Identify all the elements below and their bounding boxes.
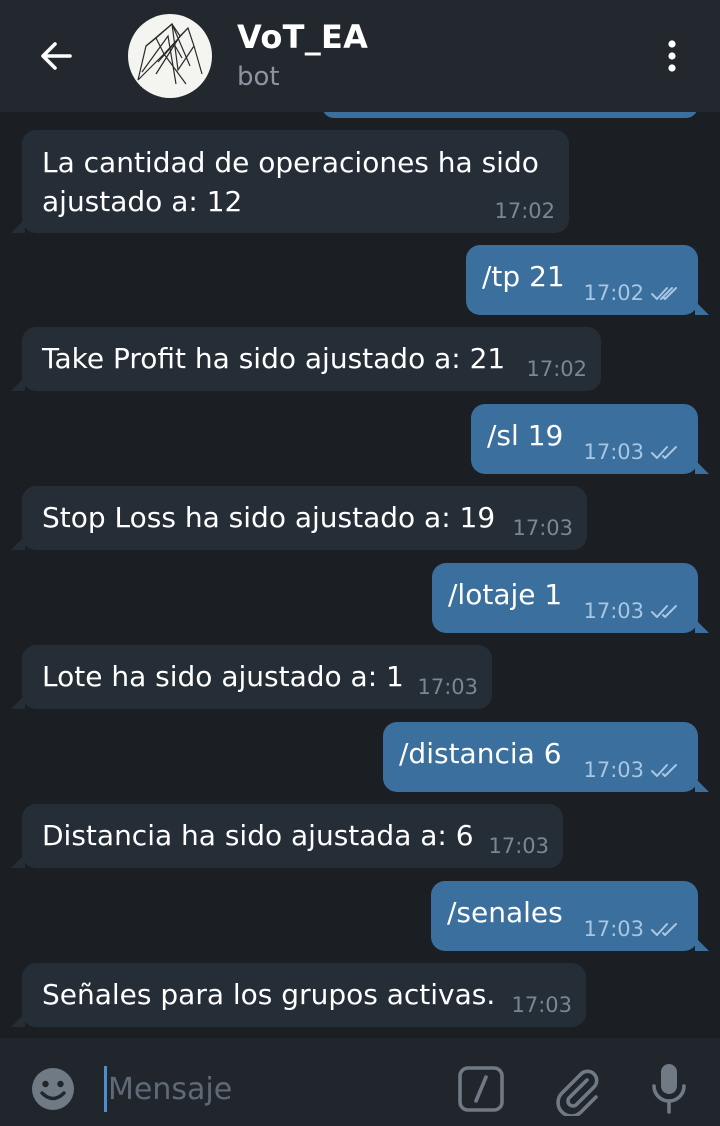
bubble-tail bbox=[11, 219, 25, 233]
chat-title[interactable]: VoT_EA bbox=[237, 18, 368, 56]
double-check-icon bbox=[651, 446, 677, 459]
emoji-button[interactable] bbox=[26, 1062, 80, 1116]
message-bubble-incoming[interactable]: Señales para los grupos activas. 17:03 bbox=[11, 963, 586, 1027]
menu-button[interactable] bbox=[652, 34, 692, 78]
bubble-tail bbox=[695, 460, 709, 474]
message-time: 17:02 bbox=[583, 281, 644, 305]
bubble-tail bbox=[695, 778, 709, 792]
bubble-tail bbox=[695, 937, 709, 951]
double-check-icon bbox=[651, 287, 677, 300]
message-time: 17:03 bbox=[512, 516, 573, 540]
chat-screen: VoT_EA bot La cantidad de operaciones ha… bbox=[0, 0, 720, 1126]
bubble-tail bbox=[11, 695, 25, 709]
paperclip-icon bbox=[556, 1069, 599, 1116]
bubble-tail bbox=[11, 854, 25, 868]
message-bubble-incoming[interactable]: Take Profit ha sido ajustado a: 21 17:02 bbox=[11, 327, 601, 391]
chat-subtitle: bot bbox=[237, 62, 280, 92]
message-time: 17:03 bbox=[583, 917, 644, 941]
bubble-tail bbox=[11, 377, 25, 391]
message-text-line: La cantidad de operaciones ha sido bbox=[42, 146, 539, 179]
bubble-tail bbox=[695, 619, 709, 633]
bubble-tail bbox=[695, 301, 709, 315]
bot-logo-icon bbox=[137, 23, 203, 85]
message-text-line: ajustado a: 12 bbox=[42, 185, 243, 218]
message-time: 17:03 bbox=[583, 440, 644, 464]
slash-command-icon bbox=[458, 1066, 504, 1112]
message-time: 17:03 bbox=[583, 599, 644, 623]
bot-commands-button[interactable] bbox=[454, 1062, 508, 1116]
message-bubble-outgoing[interactable]: /sl 19 17:03 bbox=[471, 404, 709, 474]
message-text: Distancia ha sido ajustada a: 6 bbox=[42, 819, 474, 852]
message-input[interactable] bbox=[108, 1064, 438, 1114]
bubble-tail bbox=[11, 1013, 25, 1027]
arrow-left-icon bbox=[41, 42, 72, 70]
message-text: /sl 19 bbox=[487, 419, 564, 452]
back-button[interactable] bbox=[22, 22, 90, 90]
message-bubble-incoming[interactable]: Lote ha sido ajustado a: 1 17:03 bbox=[11, 645, 492, 709]
voice-message-button[interactable] bbox=[644, 1058, 694, 1120]
microphone-icon bbox=[652, 1064, 686, 1114]
message-bubble-outgoing[interactable]: /distancia 6 17:03 bbox=[383, 722, 709, 792]
message-text: /tp 21 bbox=[482, 260, 565, 293]
chat-header: VoT_EA bot bbox=[0, 0, 720, 112]
bot-avatar[interactable] bbox=[128, 14, 212, 98]
double-check-icon bbox=[651, 605, 677, 618]
attach-button[interactable] bbox=[548, 1062, 604, 1118]
message-text: Take Profit ha sido ajustado a: 21 bbox=[42, 342, 506, 375]
message-text: /senales bbox=[447, 896, 563, 929]
message-time: 17:03 bbox=[511, 993, 572, 1017]
message-bubble-outgoing[interactable]: /tp 21 17:02 bbox=[466, 245, 709, 315]
text-cursor bbox=[104, 1066, 107, 1112]
message-time: 17:03 bbox=[417, 675, 478, 699]
message-text: /distancia 6 bbox=[399, 737, 562, 770]
message-time: 17:02 bbox=[526, 357, 587, 381]
message-text: Lote ha sido ajustado a: 1 bbox=[42, 660, 404, 693]
message-composer bbox=[0, 1038, 720, 1126]
message-list[interactable]: La cantidad de operaciones ha sido ajust… bbox=[0, 112, 720, 1038]
message-time: 17:02 bbox=[494, 199, 555, 223]
double-check-icon bbox=[651, 923, 677, 936]
message-text: /lotaje 1 bbox=[448, 578, 563, 611]
message-text: Señales para los grupos activas. bbox=[42, 978, 496, 1011]
message-bubble-outgoing[interactable]: /lotaje 1 17:03 bbox=[432, 563, 709, 633]
message-time: 17:03 bbox=[583, 758, 644, 782]
message-bubble-incoming[interactable]: Distancia ha sido ajustada a: 6 17:03 bbox=[11, 804, 563, 868]
message-bubble-incoming[interactable]: Stop Loss ha sido ajustado a: 19 17:03 bbox=[11, 486, 587, 550]
message-text: Stop Loss ha sido ajustado a: 19 bbox=[42, 501, 496, 534]
bubble-tail bbox=[11, 536, 25, 550]
smile-icon bbox=[32, 1068, 74, 1110]
previous-message-bubble[interactable] bbox=[322, 112, 698, 118]
message-time: 17:03 bbox=[488, 834, 549, 858]
message-bubble-outgoing[interactable]: /senales 17:03 bbox=[431, 881, 709, 951]
message-bubble-incoming[interactable]: La cantidad de operaciones ha sido ajust… bbox=[11, 130, 569, 233]
message-text: La cantidad de operaciones ha sido ajust… bbox=[42, 143, 539, 221]
double-check-icon bbox=[651, 764, 677, 777]
more-vertical-icon bbox=[668, 40, 676, 72]
